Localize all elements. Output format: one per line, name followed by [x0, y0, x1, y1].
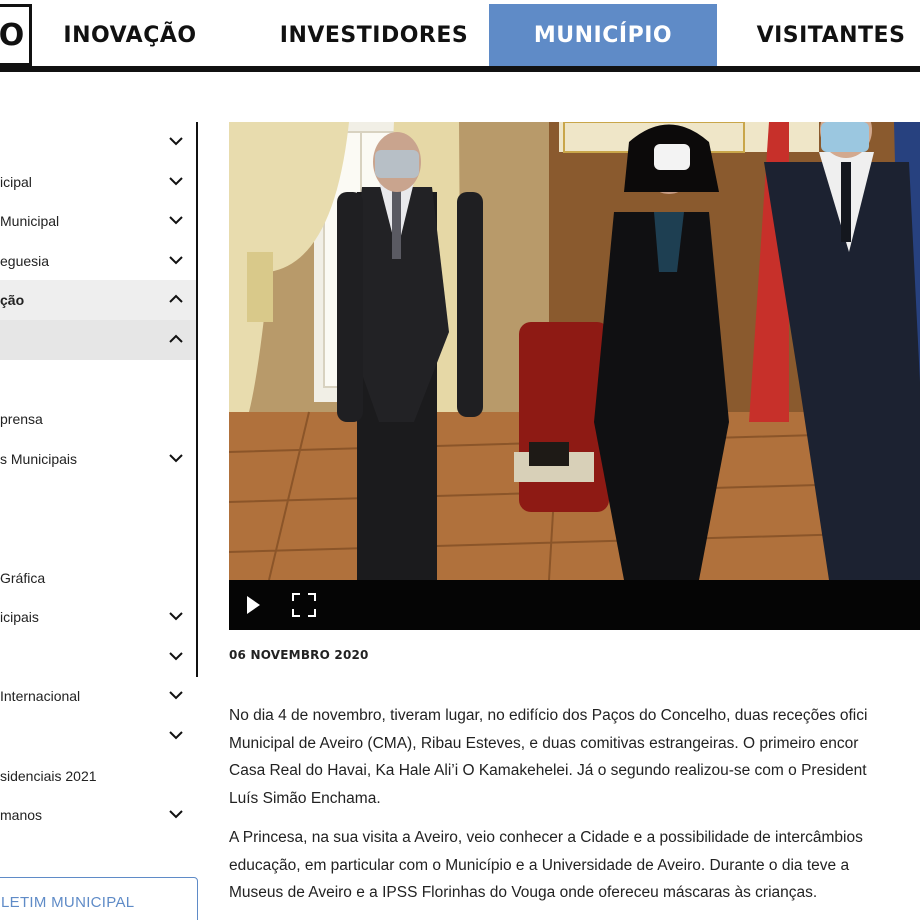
face-mask — [654, 144, 690, 170]
sidebar-item[interactable] — [0, 320, 196, 360]
sidebar-item[interactable] — [0, 122, 196, 162]
chevron-down-icon[interactable] — [168, 175, 184, 187]
boletim-label: LETIM MUNICIPAL — [1, 894, 135, 911]
sidebar-item[interactable] — [0, 478, 196, 518]
sidebar-item[interactable]: Gráfica — [0, 558, 196, 598]
sidebar-item[interactable]: ção — [0, 280, 196, 321]
top-navigation: O INOVAÇÃO INVESTIDORES MUNICÍPIO VISITA… — [0, 0, 920, 72]
sidebar-item[interactable]: manos — [0, 795, 196, 835]
nav-item-label: INVESTIDORES — [279, 22, 469, 48]
text-line: Luís Simão Enchama. — [229, 789, 381, 807]
sidebar-item-label: icipal — [0, 173, 32, 190]
sidebar-item[interactable] — [0, 716, 196, 756]
nav-item-label: MUNICÍPIO — [533, 22, 673, 48]
sidebar-menu: icipal Municipal eguesia ção prensa s Municip… — [0, 122, 198, 920]
fullscreen-icon[interactable] — [291, 592, 317, 618]
chevron-down-icon[interactable] — [168, 729, 184, 741]
boletim-municipal-button[interactable]: LETIM MUNICIPAL — [0, 877, 198, 920]
nav-item-label: INOVAÇÃO — [63, 22, 197, 48]
chevron-down-icon[interactable] — [168, 254, 184, 266]
text-line: Municipal de Aveiro (CMA), Ribau Esteves… — [229, 734, 859, 752]
chevron-up-icon[interactable] — [168, 293, 184, 305]
nav-item-visitantes[interactable]: VISITANTES — [742, 4, 920, 66]
nav-item-label: VISITANTES — [756, 22, 906, 48]
sidebar-item-label: ção — [0, 292, 25, 309]
sidebar-item-label: sidenciais 2021 — [0, 767, 97, 784]
sidebar-item-label: eguesia — [0, 252, 50, 269]
sidebar-item-label: manos — [0, 807, 43, 824]
chevron-down-icon[interactable] — [168, 214, 184, 226]
logo-text: O — [0, 17, 25, 53]
sidebar-item[interactable] — [0, 518, 196, 558]
text-line: No dia 4 de novembro, tiveram lugar, no … — [229, 707, 868, 724]
sidebar-item[interactable]: Municipal — [0, 201, 196, 241]
nav-item-inovacao[interactable]: INOVAÇÃO — [32, 4, 228, 66]
chevron-down-icon[interactable] — [168, 808, 184, 820]
sidebar-item[interactable]: prensa — [0, 399, 196, 439]
sidebar-item-label: Gráfica — [0, 569, 46, 586]
text-line: Museus de Aveiro e a IPSS Florinhas do V… — [229, 884, 818, 901]
sidebar-item[interactable]: sidenciais 2021 — [0, 756, 196, 796]
sidebar-item[interactable]: icipais — [0, 597, 196, 637]
chevron-down-icon[interactable] — [168, 689, 184, 701]
nav-item-investidores[interactable]: INVESTIDORES — [258, 4, 490, 66]
sidebar-item-label: Internacional — [0, 688, 81, 705]
chevron-down-icon[interactable] — [168, 452, 184, 464]
sidebar-divider — [196, 122, 198, 677]
video-player[interactable] — [229, 122, 920, 630]
sidebar-item-label: Municipal — [0, 213, 60, 230]
text-line: Casa Real do Havai, Ka Hale Ali’i O Kama… — [229, 762, 867, 779]
chevron-down-icon[interactable] — [168, 135, 184, 147]
play-icon[interactable] — [245, 594, 261, 616]
sidebar-item[interactable] — [0, 360, 196, 400]
sidebar-item[interactable]: eguesia — [0, 241, 196, 281]
face-mask — [821, 122, 869, 152]
sidebar-item-label: icipais — [0, 609, 39, 626]
sidebar-item[interactable]: icipal — [0, 162, 196, 202]
article-paragraph-1: No dia 4 de novembro, tiveram lugar, no … — [229, 702, 920, 812]
sidebar-item[interactable]: s Municipais — [0, 439, 196, 479]
sidebar-item[interactable] — [0, 637, 196, 677]
chevron-down-icon[interactable] — [168, 650, 184, 662]
sidebar-item-label: s Municipais — [0, 450, 78, 467]
article-date: 06 NOVEMBRO 2020 — [229, 648, 369, 662]
video-frame — [229, 122, 920, 580]
face-mask — [375, 150, 419, 178]
video-controls — [229, 580, 920, 630]
sidebar-item-label: prensa — [0, 411, 43, 428]
chevron-up-icon[interactable] — [168, 333, 184, 345]
site-logo[interactable]: O — [0, 4, 32, 66]
article-paragraph-2: A Princesa, na sua visita a Aveiro, veio… — [229, 824, 920, 907]
nav-bottom-bar — [0, 66, 920, 72]
chevron-down-icon[interactable] — [168, 610, 184, 622]
nav-item-municipio[interactable]: MUNICÍPIO — [489, 4, 717, 66]
text-line: A Princesa, na sua visita a Aveiro, veio… — [229, 829, 863, 846]
sidebar-item[interactable]: Internacional — [0, 676, 196, 716]
text-line: educação, em particular com o Município … — [229, 856, 850, 874]
